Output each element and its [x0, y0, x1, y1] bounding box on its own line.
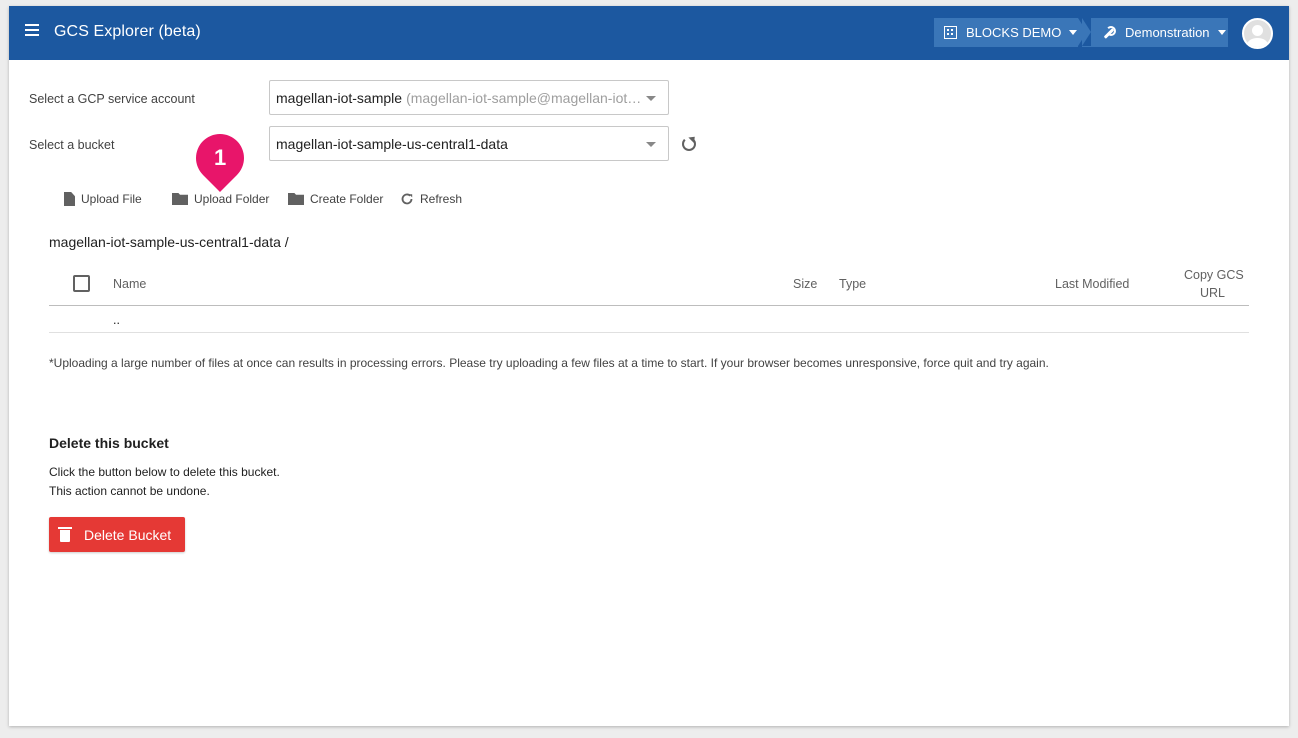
organization-selector[interactable]: BLOCKS DEMO	[934, 18, 1087, 47]
upload-folder-label: Upload Folder	[194, 192, 270, 206]
project-label: Demonstration	[1125, 25, 1210, 40]
bucket-select[interactable]: magellan-iot-sample-us-central1-data	[269, 126, 669, 161]
column-type[interactable]: Type	[839, 277, 866, 291]
column-size[interactable]: Size	[793, 277, 817, 291]
refresh-button[interactable]: Refresh	[400, 192, 462, 206]
wrench-icon	[1102, 25, 1116, 40]
caret-down-icon	[1217, 30, 1226, 35]
bucket-label: Select a bucket	[29, 138, 115, 152]
delete-bucket-label: Delete Bucket	[84, 526, 172, 543]
table-row-divider	[49, 332, 1249, 333]
organization-label: BLOCKS DEMO	[966, 25, 1062, 40]
table-row-parent[interactable]: ..	[113, 313, 120, 327]
upload-file-label: Upload File	[81, 192, 142, 206]
create-folder-label: Create Folder	[310, 192, 384, 206]
current-path: magellan-iot-sample-us-central1-data /	[49, 234, 289, 250]
service-account-detail: (magellan-iot-sample@magellan-iot…	[406, 89, 642, 106]
refresh-icon	[400, 192, 414, 206]
column-copy-gcs: Copy GCS	[1184, 268, 1244, 282]
service-account-label: Select a GCP service account	[29, 92, 195, 106]
upload-file-icon	[64, 192, 75, 206]
building-icon	[944, 26, 957, 39]
refresh-buckets-icon[interactable]	[682, 137, 696, 151]
app-bar: GCS Explorer (beta) BLOCKS DEMO Demonstr…	[9, 6, 1289, 60]
column-last-modified[interactable]: Last Modified	[1055, 277, 1129, 291]
upload-file-button[interactable]: Upload File	[64, 192, 142, 206]
delete-bucket-button[interactable]: Delete Bucket	[49, 517, 185, 552]
upload-folder-icon	[172, 193, 188, 205]
project-selector[interactable]: Demonstration	[1082, 18, 1228, 47]
annotation-number: 1	[213, 145, 227, 170]
dropdown-arrow-icon	[646, 96, 656, 101]
upload-note: *Uploading a large number of files at on…	[49, 356, 1049, 370]
avatar[interactable]	[1242, 18, 1273, 49]
create-folder-icon	[288, 193, 304, 205]
column-url: URL	[1200, 286, 1226, 300]
menu-icon[interactable]	[25, 24, 43, 42]
service-account-value: magellan-iot-sample	[276, 89, 403, 106]
delete-description-1: Click the button below to delete this bu…	[49, 465, 280, 479]
app-window: GCS Explorer (beta) BLOCKS DEMO Demonstr…	[9, 6, 1289, 726]
select-all-checkbox[interactable]	[73, 275, 90, 292]
delete-description-2: This action cannot be undone.	[49, 484, 210, 498]
column-name[interactable]: Name	[113, 277, 146, 291]
upload-folder-button[interactable]: Upload Folder	[172, 192, 269, 206]
refresh-label: Refresh	[420, 192, 463, 206]
dropdown-arrow-icon	[646, 142, 656, 147]
create-folder-button[interactable]: Create Folder	[288, 192, 383, 206]
delete-section-title: Delete this bucket	[49, 435, 169, 451]
annotation-marker: 1	[186, 124, 254, 192]
trash-icon	[58, 527, 72, 542]
bucket-value: magellan-iot-sample-us-central1-data	[276, 135, 508, 152]
service-account-select[interactable]: magellan-iot-sample (magellan-iot-sample…	[269, 80, 669, 115]
caret-down-icon	[1069, 30, 1078, 35]
app-title: GCS Explorer (beta)	[54, 23, 201, 40]
table-header-divider	[49, 305, 1249, 306]
